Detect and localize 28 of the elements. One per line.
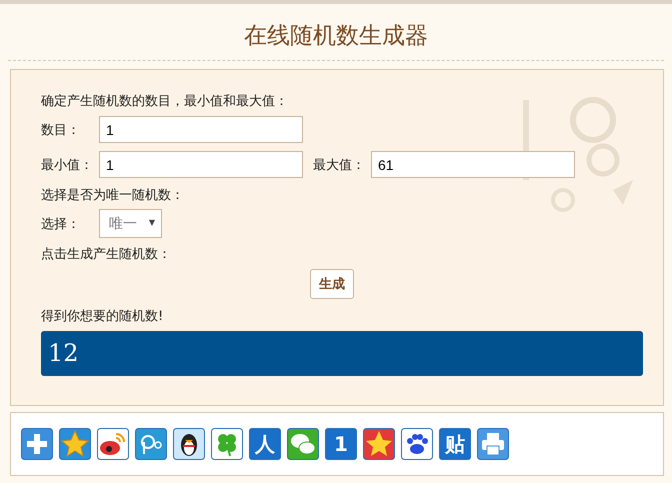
instruction-text: 确定产生随机数的数目，最小值和最大值： bbox=[41, 93, 289, 111]
min-input[interactable]: 1 bbox=[99, 151, 303, 178]
max-input[interactable]: 61 bbox=[371, 151, 575, 178]
swirl-icon[interactable] bbox=[135, 428, 167, 460]
field-label: 最大值： bbox=[313, 156, 366, 174]
star-face-icon[interactable] bbox=[363, 428, 395, 460]
instruction-text: 选择是否为唯一随机数： bbox=[41, 187, 185, 205]
chat-bubbles-icon[interactable] bbox=[287, 428, 319, 460]
field-label: 选择： bbox=[41, 216, 81, 232]
penguin-icon[interactable] bbox=[173, 428, 205, 460]
glyph-icon[interactable]: 1 bbox=[325, 428, 357, 460]
unique-select[interactable]: 唯一 ▼ bbox=[99, 209, 162, 238]
field-label: 最小值： bbox=[41, 156, 94, 174]
result-display: 12 bbox=[41, 331, 643, 376]
generate-button[interactable]: 生成 bbox=[310, 269, 354, 299]
instruction-text: 点击生成产生随机数： bbox=[41, 246, 172, 264]
clover-icon[interactable] bbox=[211, 428, 243, 460]
eye-icon[interactable] bbox=[97, 428, 129, 460]
printer-icon[interactable] bbox=[477, 428, 509, 460]
glyph-icon[interactable]: 贴 bbox=[439, 428, 471, 460]
count-input[interactable]: 1 bbox=[99, 116, 303, 143]
star-icon[interactable] bbox=[59, 428, 91, 460]
page-title: 在线随机数生成器 bbox=[244, 22, 428, 50]
paw-icon[interactable] bbox=[401, 428, 433, 460]
glyph-icon[interactable]: 人 bbox=[249, 428, 281, 460]
plus-icon[interactable] bbox=[21, 428, 53, 460]
field-label: 数目： bbox=[41, 122, 81, 138]
result-label: 得到你想要的随机数! bbox=[41, 308, 164, 326]
